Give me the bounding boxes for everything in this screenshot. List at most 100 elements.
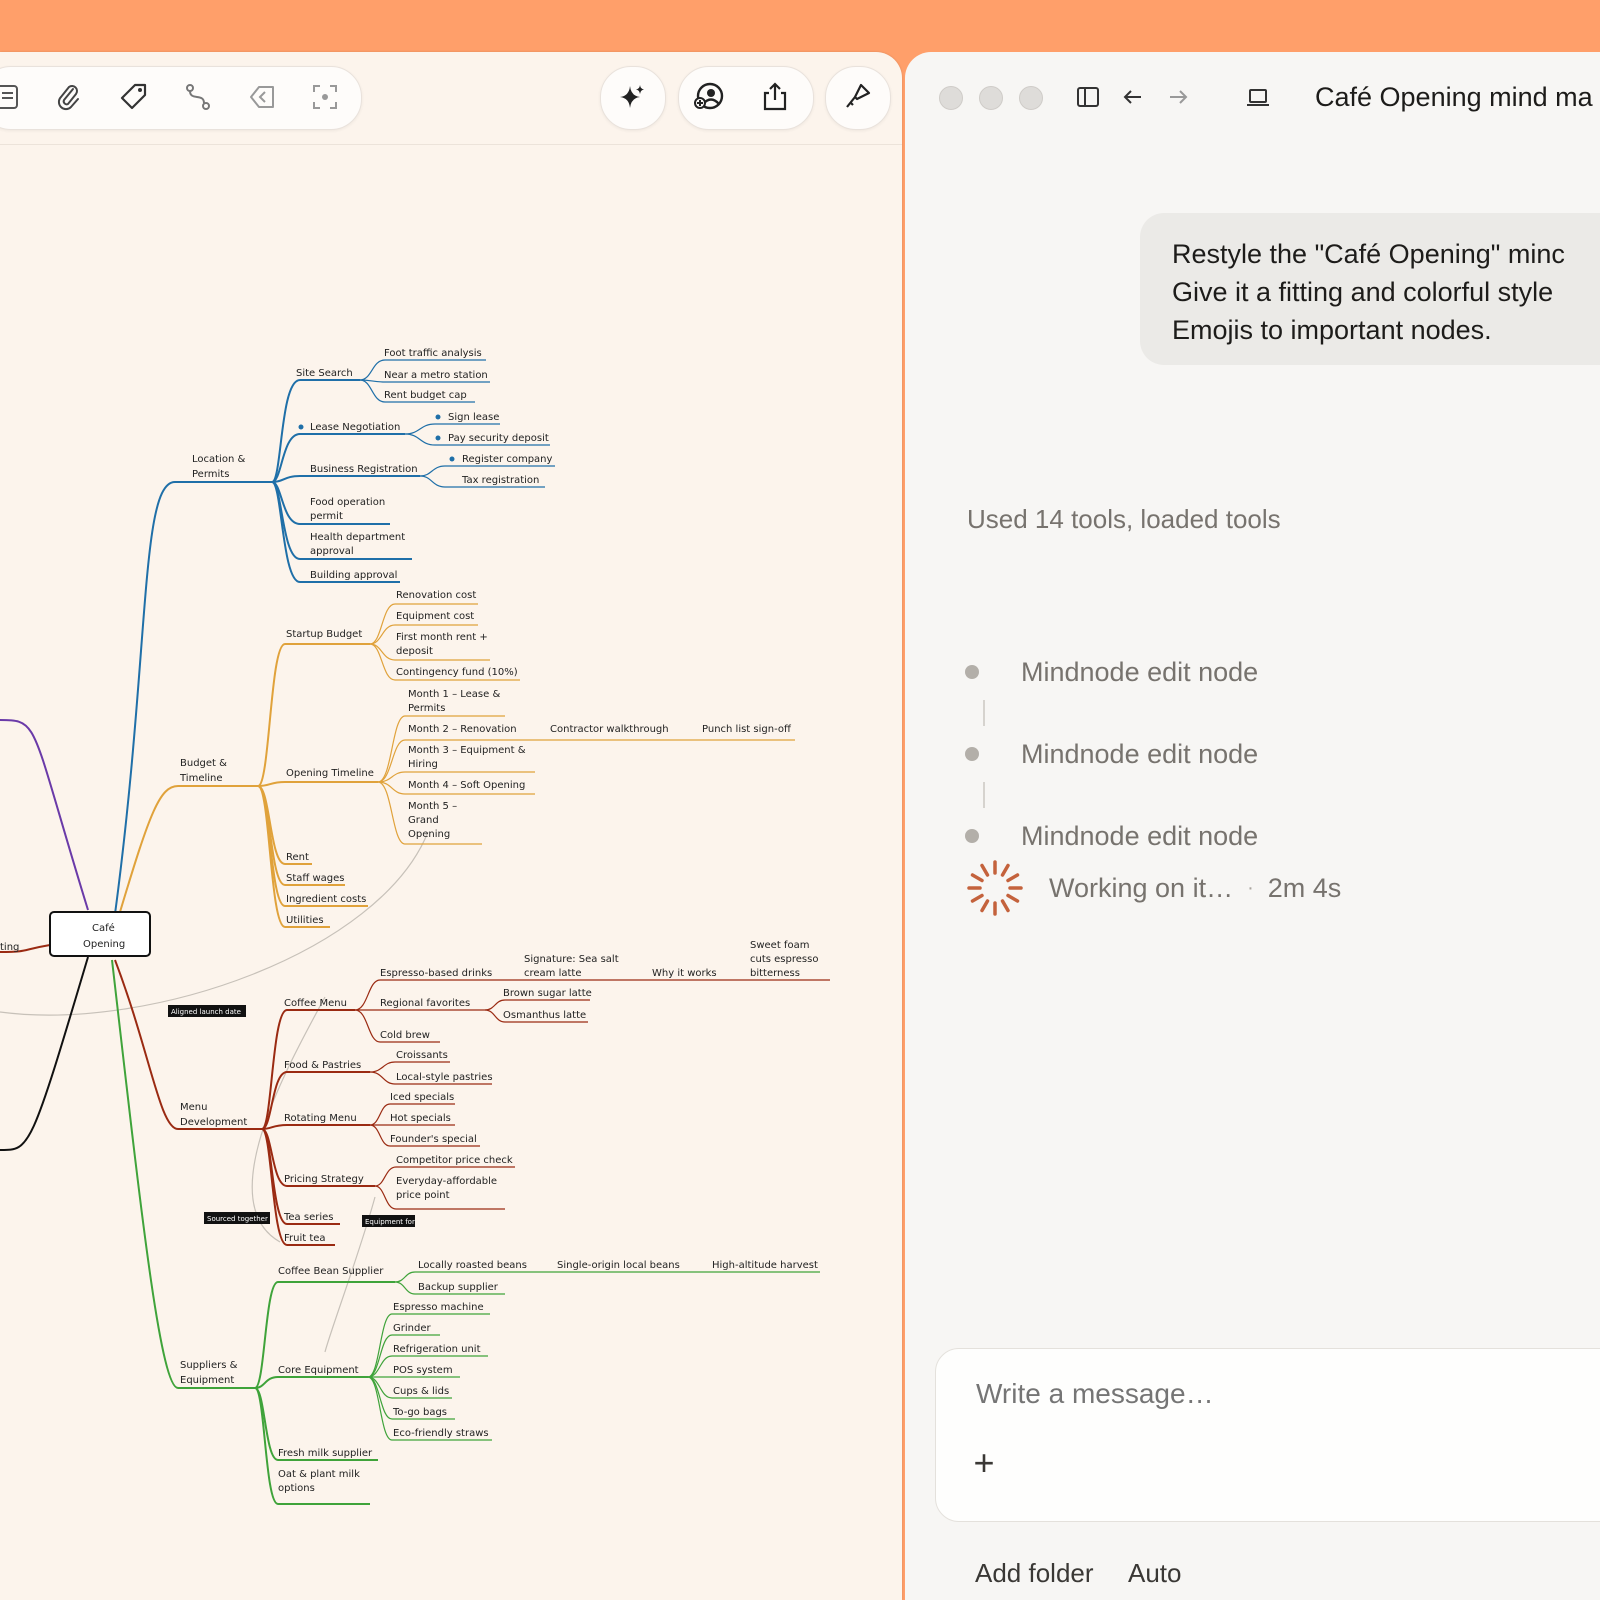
laptop-icon[interactable] bbox=[1243, 82, 1273, 112]
leaf-why-it-works[interactable]: Why it works bbox=[652, 968, 717, 979]
highlight-aligned-launch[interactable]: Aligned launch date bbox=[171, 1008, 241, 1016]
leaf-signature-1[interactable]: Signature: Sea salt bbox=[524, 954, 619, 965]
leaf-register-company[interactable]: Register company bbox=[462, 454, 553, 465]
leaf-high-altitude[interactable]: High-altitude harvest bbox=[712, 1260, 818, 1271]
node-food-permit-1[interactable]: Food operation bbox=[310, 497, 385, 508]
leaf-month4[interactable]: Month 4 – Soft Opening bbox=[408, 780, 525, 791]
leaf-metro[interactable]: Near a metro station bbox=[384, 370, 488, 381]
leaf-to-go-bags[interactable]: To-go bags bbox=[392, 1407, 447, 1418]
share-icon[interactable] bbox=[754, 76, 796, 118]
back-arrow-icon[interactable] bbox=[240, 76, 282, 118]
root-node-line1[interactable]: Café bbox=[92, 922, 115, 934]
node-rotating-menu[interactable]: Rotating Menu bbox=[284, 1113, 357, 1124]
leaf-month5-3[interactable]: Opening bbox=[408, 829, 450, 840]
leaf-renovation-cost[interactable]: Renovation cost bbox=[396, 590, 476, 601]
leaf-iced-specials[interactable]: Iced specials bbox=[390, 1092, 454, 1103]
node-coffee-bean-supplier[interactable]: Coffee Bean Supplier bbox=[278, 1266, 384, 1277]
node-staff-wages[interactable]: Staff wages bbox=[286, 873, 344, 884]
highlight-sourced-together[interactable]: Sourced together bbox=[207, 1215, 268, 1223]
highlight-equipment-for[interactable]: Equipment for bbox=[365, 1218, 415, 1226]
leaf-equipment-cost[interactable]: Equipment cost bbox=[396, 611, 474, 622]
tool-call-item[interactable]: Mindnode edit node bbox=[965, 816, 1258, 856]
add-folder-button[interactable]: Add folder bbox=[975, 1558, 1094, 1589]
tag-icon[interactable] bbox=[113, 76, 155, 118]
message-input[interactable] bbox=[974, 1377, 1578, 1411]
leaf-espresso-drinks[interactable]: Espresso-based drinks bbox=[380, 968, 492, 979]
node-health-1[interactable]: Health department bbox=[310, 532, 405, 543]
leaf-first-rent-1[interactable]: First month rent + bbox=[396, 632, 488, 643]
branch-suppliers-2[interactable]: Equipment bbox=[180, 1375, 234, 1386]
node-health-2[interactable]: approval bbox=[310, 546, 354, 557]
leaf-affordable-1[interactable]: Everyday-affordable bbox=[396, 1176, 497, 1187]
leaf-month1-1[interactable]: Month 1 – Lease & bbox=[408, 689, 500, 700]
left-stub-label[interactable]: ting bbox=[0, 942, 19, 953]
leaf-month3-2[interactable]: Hiring bbox=[408, 759, 438, 770]
mindmap-canvas[interactable]: Café Opening ting Aligned launch date So… bbox=[0, 144, 902, 1600]
branch-budget-1[interactable]: Budget & bbox=[180, 758, 227, 769]
minimize-window-button[interactable] bbox=[979, 86, 1003, 110]
sparkle-icon[interactable] bbox=[611, 76, 653, 118]
leaf-espresso-machine[interactable]: Espresso machine bbox=[393, 1302, 484, 1313]
tool-call-item[interactable]: Mindnode edit node bbox=[965, 734, 1258, 774]
root-node-line2[interactable]: Opening bbox=[83, 939, 125, 950]
leaf-pos-system[interactable]: POS system bbox=[393, 1365, 453, 1376]
node-site-search[interactable]: Site Search bbox=[296, 368, 353, 379]
leaf-locally-roasted[interactable]: Locally roasted beans bbox=[418, 1260, 527, 1271]
add-attachment-button[interactable]: + bbox=[966, 1445, 1002, 1481]
leaf-affordable-2[interactable]: price point bbox=[396, 1190, 450, 1201]
zoom-window-button[interactable] bbox=[1019, 86, 1043, 110]
leaf-osmanthus[interactable]: Osmanthus latte bbox=[503, 1010, 586, 1021]
leaf-grinder[interactable]: Grinder bbox=[393, 1323, 431, 1334]
leaf-sweet-foam-2[interactable]: cuts espresso bbox=[750, 954, 818, 965]
leaf-sweet-foam-1[interactable]: Sweet foam bbox=[750, 940, 809, 951]
node-coffee-menu[interactable]: Coffee Menu bbox=[284, 998, 347, 1009]
leaf-signature-2[interactable]: cream latte bbox=[524, 968, 582, 979]
leaf-punch-list[interactable]: Punch list sign-off bbox=[702, 724, 792, 735]
node-utilities[interactable]: Utilities bbox=[286, 915, 324, 926]
leaf-single-origin[interactable]: Single-origin local beans bbox=[557, 1260, 680, 1271]
leaf-regional-favorites[interactable]: Regional favorites bbox=[380, 998, 470, 1009]
node-oat-milk-1[interactable]: Oat & plant milk bbox=[278, 1469, 360, 1480]
leaf-sign-lease[interactable]: Sign lease bbox=[448, 412, 499, 423]
leaf-pay-deposit[interactable]: Pay security deposit bbox=[448, 433, 549, 444]
note-icon[interactable] bbox=[0, 76, 30, 118]
leaf-eco-straws[interactable]: Eco-friendly straws bbox=[393, 1428, 489, 1439]
node-opening-timeline[interactable]: Opening Timeline bbox=[286, 768, 374, 779]
node-rent[interactable]: Rent bbox=[286, 852, 309, 863]
connection-icon[interactable] bbox=[177, 76, 219, 118]
node-building-approval[interactable]: Building approval bbox=[310, 570, 397, 581]
node-pricing-strategy[interactable]: Pricing Strategy bbox=[284, 1174, 364, 1185]
leaf-brown-sugar[interactable]: Brown sugar latte bbox=[503, 988, 592, 999]
node-food-permit-2[interactable]: permit bbox=[310, 511, 343, 522]
leaf-backup-supplier[interactable]: Backup supplier bbox=[418, 1282, 499, 1293]
leaf-contingency[interactable]: Contingency fund (10%) bbox=[396, 667, 518, 678]
close-window-button[interactable] bbox=[939, 86, 963, 110]
node-tea-series[interactable]: Tea series bbox=[283, 1212, 333, 1223]
sidebar-toggle-icon[interactable] bbox=[1073, 82, 1103, 112]
node-food-pastries[interactable]: Food & Pastries bbox=[284, 1060, 361, 1071]
node-ingredient-costs[interactable]: Ingredient costs bbox=[286, 894, 366, 905]
leaf-local-pastries[interactable]: Local-style pastries bbox=[396, 1072, 493, 1083]
leaf-hot-specials[interactable]: Hot specials bbox=[390, 1113, 451, 1124]
leaf-first-rent-2[interactable]: deposit bbox=[396, 646, 433, 657]
node-lease-negotiation[interactable]: Lease Negotiation bbox=[310, 422, 400, 433]
leaf-month1-2[interactable]: Permits bbox=[408, 703, 445, 714]
node-oat-milk-2[interactable]: options bbox=[278, 1483, 315, 1494]
leaf-foot-traffic[interactable]: Foot traffic analysis bbox=[384, 348, 482, 359]
leaf-competitor-check[interactable]: Competitor price check bbox=[396, 1155, 513, 1166]
branch-suppliers-1[interactable]: Suppliers & bbox=[180, 1360, 238, 1371]
node-startup-budget[interactable]: Startup Budget bbox=[286, 629, 362, 640]
back-arrow-icon[interactable] bbox=[1118, 82, 1148, 112]
leaf-tax-registration[interactable]: Tax registration bbox=[461, 475, 539, 486]
node-core-equipment[interactable]: Core Equipment bbox=[278, 1365, 359, 1376]
branch-location-1[interactable]: Location & bbox=[192, 454, 245, 465]
branch-menu-1[interactable]: Menu bbox=[180, 1102, 207, 1113]
collaborate-icon[interactable] bbox=[688, 76, 730, 118]
leaf-month2[interactable]: Month 2 – Renovation bbox=[408, 724, 517, 735]
focus-icon[interactable] bbox=[304, 76, 346, 118]
leaf-sweet-foam-3[interactable]: bitterness bbox=[750, 968, 800, 979]
leaf-founders-special[interactable]: Founder's special bbox=[390, 1134, 477, 1145]
leaf-rent-cap[interactable]: Rent budget cap bbox=[384, 390, 467, 401]
leaf-month5-2[interactable]: Grand bbox=[408, 815, 439, 826]
leaf-refrigeration[interactable]: Refrigeration unit bbox=[393, 1344, 481, 1355]
